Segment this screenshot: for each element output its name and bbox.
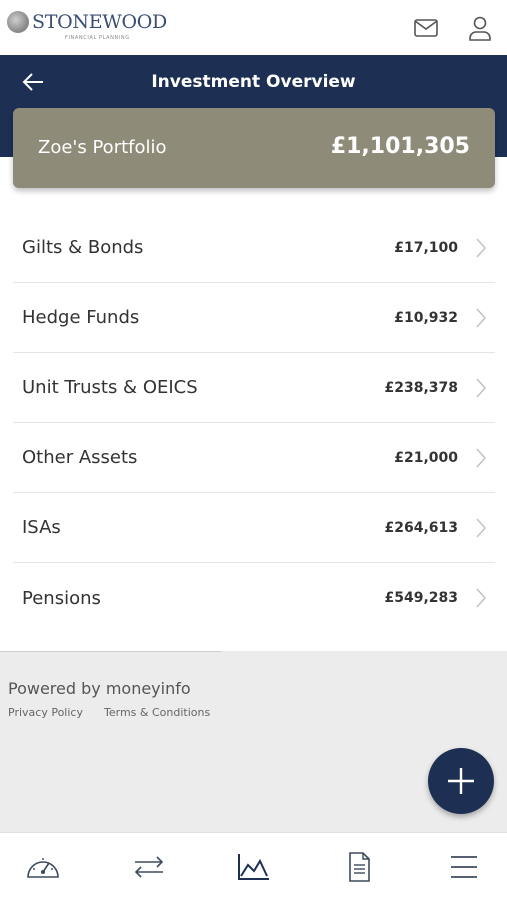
privacy-policy-link[interactable]: Privacy Policy: [8, 706, 83, 719]
asset-list: Gilts & Bonds £17,100 Hedge Funds £10,93…: [13, 213, 495, 633]
portfolio-name: Zoe's Portfolio: [38, 137, 167, 158]
asset-row-other-assets[interactable]: Other Assets £21,000: [13, 423, 495, 493]
portfolio-summary-card[interactable]: Zoe's Portfolio £1,101,305: [13, 108, 495, 188]
asset-value: £10,932: [394, 309, 458, 326]
asset-label: Other Assets: [22, 447, 138, 468]
document-icon: [349, 852, 370, 882]
asset-value: £17,100: [394, 239, 458, 256]
user-profile-icon[interactable]: [466, 14, 494, 42]
dashboard-gauge-icon: [27, 858, 59, 878]
footer: Powered by moneyinfo Privacy Policy Term…: [0, 651, 507, 832]
chevron-right-icon: [476, 237, 487, 258]
terms-conditions-link[interactable]: Terms & Conditions: [104, 706, 210, 719]
chevron-right-icon: [476, 377, 487, 398]
asset-row-gilts-bonds[interactable]: Gilts & Bonds £17,100: [13, 213, 495, 283]
tab-transfers[interactable]: [130, 851, 168, 883]
chevron-right-icon: [476, 588, 487, 608]
portfolio-total: £1,101,305: [330, 134, 470, 159]
asset-label: Hedge Funds: [22, 307, 140, 328]
tab-investments[interactable]: [235, 851, 273, 883]
logo-tagline: FINANCIAL PLANNING: [65, 35, 130, 41]
logo-mark-icon: [7, 11, 29, 33]
stonewood-logo[interactable]: STONEWOOD FINANCIAL PLANNING: [7, 10, 167, 46]
brand-bar: STONEWOOD FINANCIAL PLANNING: [0, 0, 507, 55]
powered-by-text: Powered by moneyinfo: [8, 679, 191, 698]
asset-value: £264,613: [384, 519, 458, 536]
asset-label: Gilts & Bonds: [22, 237, 144, 258]
tab-menu[interactable]: [445, 851, 483, 883]
logo-text: STONEWOOD: [32, 11, 167, 33]
asset-value: £238,378: [384, 379, 458, 396]
bottom-tab-bar: [0, 832, 507, 900]
asset-label: Pensions: [22, 587, 101, 609]
chevron-right-icon: [476, 307, 487, 328]
asset-value: £21,000: [394, 449, 458, 466]
asset-row-pensions[interactable]: Pensions £549,283: [13, 563, 495, 633]
page-title: Investment Overview: [151, 72, 356, 92]
add-button[interactable]: [428, 748, 494, 814]
tab-dashboard[interactable]: [24, 851, 62, 883]
chevron-right-icon: [476, 517, 487, 538]
mail-icon[interactable]: [412, 14, 440, 42]
chevron-right-icon: [476, 447, 487, 468]
asset-row-unit-trusts[interactable]: Unit Trusts & OEICS £238,378: [13, 353, 495, 423]
transfer-arrows-icon: [134, 856, 164, 878]
footer-divider: [0, 651, 222, 652]
asset-value: £549,283: [384, 590, 458, 606]
asset-label: ISAs: [22, 517, 61, 538]
asset-row-isas[interactable]: ISAs £264,613: [13, 493, 495, 563]
asset-label: Unit Trusts & OEICS: [22, 377, 198, 398]
asset-row-hedge-funds[interactable]: Hedge Funds £10,932: [13, 283, 495, 353]
plus-icon: [448, 768, 474, 794]
tab-documents[interactable]: [340, 851, 378, 883]
area-chart-icon: [238, 854, 269, 880]
menu-icon: [451, 856, 477, 878]
